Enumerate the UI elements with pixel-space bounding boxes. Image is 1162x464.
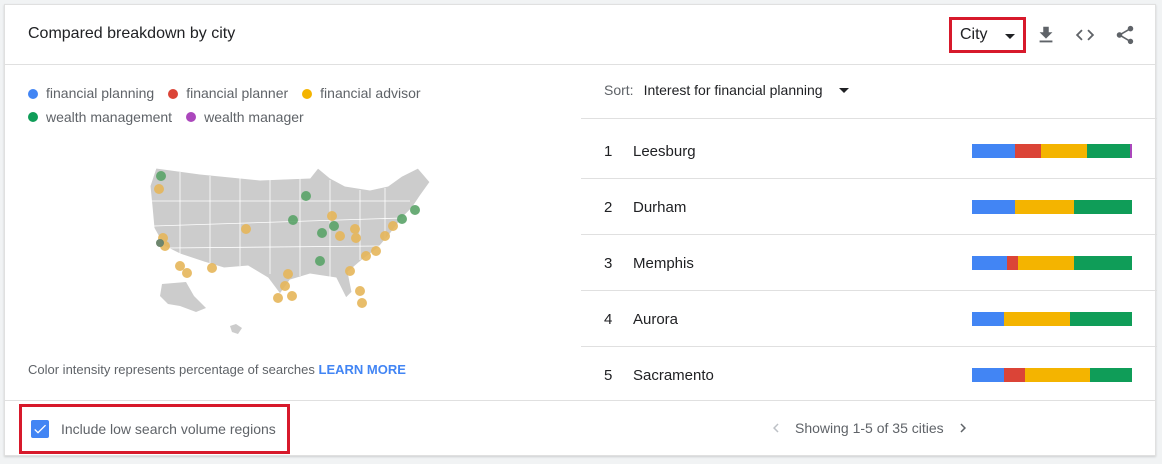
low-volume-checkbox-row[interactable]: Include low search volume regions <box>19 404 290 454</box>
city-rank: 2 <box>604 199 613 216</box>
bar-segment-wealth-management <box>1074 200 1132 214</box>
card-header: Compared breakdown by city City <box>5 5 1155 65</box>
bar-segment-financial-planner <box>1015 144 1041 158</box>
city-rank: 1 <box>604 143 613 160</box>
dropdown-caret-icon <box>1005 34 1015 39</box>
interest-share-bar <box>972 256 1132 270</box>
bar-segment-financial-advisor <box>1024 368 1091 382</box>
city-rank: 3 <box>604 255 613 272</box>
divider <box>581 118 1157 119</box>
legend-item-financial-advisor: financial advisor <box>302 82 421 105</box>
legend-item-wealth-management: wealth management <box>28 106 172 129</box>
legend-dot-icon <box>186 112 197 122</box>
legend-dot-icon <box>28 112 38 122</box>
interest-share-bar <box>972 312 1132 326</box>
next-page-icon[interactable] <box>954 419 972 437</box>
bar-segment-financial-planner <box>1007 256 1019 270</box>
legend-label: wealth manager <box>204 108 304 125</box>
share-icon[interactable] <box>1114 24 1136 46</box>
embed-code-icon[interactable] <box>1074 24 1096 46</box>
learn-more-link[interactable]: LEARN MORE <box>319 362 406 377</box>
sort-label: Sort: <box>604 82 634 98</box>
bar-segment-financial-advisor <box>1004 312 1070 326</box>
legend-label: financial planner <box>186 85 289 101</box>
interest-share-bar <box>972 144 1132 158</box>
hawaii-shape <box>230 324 242 334</box>
legend-dot-icon <box>302 88 313 99</box>
sort-control[interactable]: Sort: Interest for financial planning <box>604 82 849 98</box>
bar-segment-wealth-management <box>1069 312 1132 326</box>
city-row-durham[interactable]: 2 Durham <box>581 179 1157 235</box>
legend-dot-icon <box>168 88 179 99</box>
interest-share-bar <box>972 200 1132 214</box>
bar-segment-financial-planning <box>972 368 1004 382</box>
bar-segment-wealth-manager <box>1130 144 1132 158</box>
bar-segment-financial-planning <box>972 144 1016 158</box>
map-note-text: Color intensity represents percentage of… <box>28 362 319 377</box>
city-name: Sacramento <box>633 367 714 384</box>
bar-segment-financial-advisor <box>1018 256 1075 270</box>
low-volume-checkbox[interactable] <box>31 420 49 438</box>
bar-segment-wealth-management <box>1090 368 1132 382</box>
pagination: Showing 1-5 of 35 cities <box>767 419 972 437</box>
bar-segment-wealth-management <box>1074 256 1132 270</box>
bar-segment-financial-planner <box>1004 368 1025 382</box>
legend-item-financial-planner: financial planner <box>168 82 288 105</box>
city-row-aurora[interactable]: 4 Aurora <box>581 291 1157 347</box>
city-name: Aurora <box>633 311 679 328</box>
bar-segment-wealth-management <box>1087 144 1131 158</box>
bar-segment-financial-planning <box>972 200 1016 214</box>
card-title: Compared breakdown by city <box>28 25 236 42</box>
legend-label: financial advisor <box>320 85 421 101</box>
alaska-shape <box>160 282 206 312</box>
city-rank: 4 <box>604 311 613 328</box>
map-panel: financial planning financial planner fin… <box>5 66 581 399</box>
interest-share-bar <box>972 368 1132 382</box>
city-rank: 5 <box>604 367 613 384</box>
city-name: Leesburg <box>633 143 696 160</box>
city-name: Memphis <box>633 255 694 272</box>
legend-item-financial-planning: financial planning <box>28 82 154 105</box>
legend-label: financial planning <box>46 85 155 101</box>
region-type-dropdown[interactable]: City <box>949 17 1026 53</box>
city-row-leesburg[interactable]: 1 Leesburg <box>581 123 1157 179</box>
compared-breakdown-card: Compared breakdown by city City financia… <box>4 4 1157 457</box>
bar-segment-financial-planning <box>972 256 1008 270</box>
checkmark-icon <box>34 424 46 434</box>
sort-caret-icon[interactable] <box>838 87 849 93</box>
legend-label: wealth management <box>46 108 173 125</box>
low-volume-checkbox-label: Include low search volume regions <box>61 421 276 437</box>
sort-value[interactable]: Interest for financial planning <box>644 82 823 98</box>
city-row-memphis[interactable]: 3 Memphis <box>581 235 1157 291</box>
bar-segment-financial-advisor <box>1015 200 1075 214</box>
pagination-text: Showing 1-5 of 35 cities <box>795 420 944 436</box>
us-city-map[interactable] <box>140 156 440 336</box>
legend-item-wealth-manager: wealth manager <box>186 106 304 129</box>
bar-segment-financial-advisor <box>1040 144 1088 158</box>
bar-segment-financial-planning <box>972 312 1004 326</box>
map-note: Color intensity represents percentage of… <box>28 362 406 377</box>
region-type-value: City <box>960 26 988 43</box>
city-list-panel: Sort: Interest for financial planning 1 L… <box>581 66 1157 399</box>
city-name: Durham <box>633 199 687 216</box>
card-footer: Include low search volume regions Showin… <box>5 400 1155 457</box>
city-row-sacramento[interactable]: 5 Sacramento <box>581 347 1157 403</box>
legend-dot-icon <box>28 88 38 99</box>
legend: financial planning financial planner fin… <box>28 82 528 129</box>
previous-page-icon[interactable] <box>767 419 785 437</box>
download-icon[interactable] <box>1035 24 1057 46</box>
